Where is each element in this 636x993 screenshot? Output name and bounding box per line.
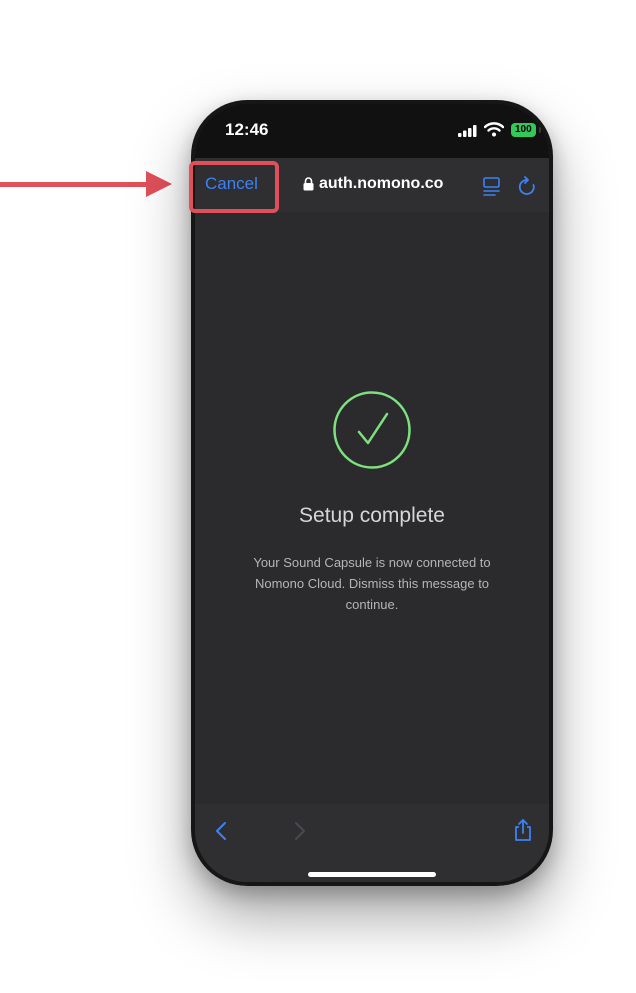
phone-frame: 12:46 100 Cancel auth.nomono.co Setup co… (191, 100, 553, 886)
setup-complete-message: Your Sound Capsule is now connected to N… (253, 555, 491, 612)
screenshot-stage: 12:46 100 Cancel auth.nomono.co Setup co… (0, 0, 636, 993)
battery-nub (539, 127, 541, 133)
battery-indicator: 100 (511, 123, 536, 137)
status-time: 12:46 (225, 120, 269, 139)
share-icon[interactable] (513, 818, 533, 842)
status-bar: 12:46 100 (195, 104, 549, 158)
setup-complete-title: Setup complete (299, 504, 445, 527)
chevron-left-icon[interactable] (215, 821, 227, 841)
address-bar[interactable]: auth.nomono.co (303, 175, 443, 193)
signal-icon (458, 125, 477, 137)
home-indicator[interactable] (308, 872, 436, 877)
web-content: Setup complete Your Sound Capsule is now… (195, 212, 549, 804)
annotation-arrow-shaft (0, 182, 148, 187)
checkmark-circle-icon (333, 391, 411, 469)
annotation-arrow-head (146, 171, 172, 197)
url-text: auth.nomono.co (319, 175, 444, 192)
reader-icon[interactable] (483, 177, 501, 197)
wifi-icon (484, 122, 504, 137)
cancel-button[interactable]: Cancel (205, 174, 258, 194)
lock-icon (303, 177, 314, 191)
reload-icon[interactable] (518, 176, 536, 196)
browser-bottom-toolbar (195, 804, 549, 882)
chevron-right-icon (295, 822, 305, 840)
phone-screen: 12:46 100 Cancel auth.nomono.co Setup co… (195, 104, 549, 882)
browser-top-bar: Cancel auth.nomono.co (195, 158, 549, 212)
